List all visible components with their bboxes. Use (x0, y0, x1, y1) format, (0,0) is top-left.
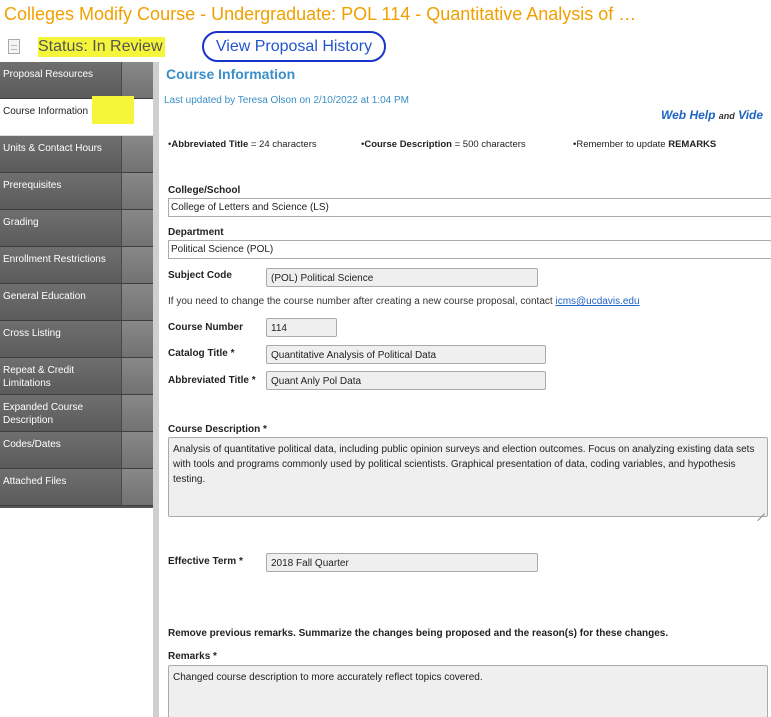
remarks-instruction: Remove previous remarks. Summarize the c… (168, 628, 669, 639)
tab-edge (121, 62, 153, 98)
desc-note-label: Course Description (364, 139, 452, 150)
catalog-title-label: Catalog Title * (168, 348, 235, 359)
desc-note: •Course Description = 500 characters (361, 139, 526, 150)
subject-code-label: Subject Code (168, 270, 232, 281)
sidebar-item-label: Cross Listing (3, 328, 61, 339)
sidebar: Proposal Resources Course Information Un… (0, 62, 153, 717)
college-field[interactable]: College of Letters and Science (LS) (168, 198, 771, 217)
remarks-reminder-note: •Remember to update REMARKS (573, 139, 717, 150)
effective-term-label: Effective Term * (168, 556, 243, 567)
abbreviated-title-field[interactable]: Quant Anly Pol Data (266, 371, 546, 390)
and-label: and (718, 111, 735, 121)
sidebar-item-proposal-resources[interactable]: Proposal Resources (0, 62, 153, 99)
abbrev-note-value: = 24 characters (248, 139, 317, 150)
department-field[interactable]: Political Science (POL) (168, 240, 771, 259)
college-label: College/School (168, 185, 241, 196)
sidebar-item-general-education[interactable]: General Education (0, 284, 153, 321)
sidebar-footer (0, 506, 153, 717)
sidebar-item-label: Units & Contact Hours (3, 143, 102, 154)
tab-edge (121, 247, 153, 283)
remarks-word: REMARKS (668, 139, 717, 150)
course-description-text: Analysis of quantitative political data,… (173, 444, 755, 485)
sidebar-item-cross-listing[interactable]: Cross Listing (0, 321, 153, 358)
remarks-label: Remarks * (168, 651, 217, 662)
sidebar-item-label: General Education (3, 291, 86, 302)
web-help-label: Web Help (661, 108, 716, 122)
course-number-info-text: If you need to change the course number … (168, 296, 556, 307)
page-title: Colleges Modify Course - Undergraduate: … (4, 4, 637, 24)
subject-code-field[interactable]: (POL) Political Science (266, 268, 538, 287)
course-number-field[interactable]: 114 (266, 318, 337, 337)
resize-handle-icon[interactable] (757, 506, 765, 514)
department-label: Department (168, 227, 224, 238)
sidebar-item-label: Repeat & Credit Limitations (3, 365, 75, 389)
course-description-textarea[interactable]: Analysis of quantitative political data,… (168, 437, 768, 517)
tab-edge (121, 210, 153, 246)
sidebar-item-label: Prerequisites (3, 180, 62, 191)
abbreviated-title-label: Abbreviated Title * (168, 375, 256, 386)
sidebar-item-label: Codes/Dates (3, 439, 61, 450)
tab-edge (121, 432, 153, 468)
view-proposal-history-link[interactable]: View Proposal History (202, 31, 386, 62)
tab-edge (121, 173, 153, 209)
sidebar-item-expanded-course-description[interactable]: Expanded Course Description (0, 395, 153, 432)
last-updated-text: Last updated by Teresa Olson on 2/10/202… (164, 95, 409, 106)
tab-edge (121, 284, 153, 320)
document-icon (8, 39, 20, 54)
abbrev-note-label: Abbreviated Title (171, 139, 249, 150)
course-number-label: Course Number (168, 322, 244, 333)
course-number-info: If you need to change the course number … (168, 296, 640, 307)
remarks-textarea[interactable]: Changed course description to more accur… (168, 665, 768, 717)
tab-edge (121, 321, 153, 357)
sidebar-item-label: Proposal Resources (3, 69, 94, 80)
sidebar-item-prerequisites[interactable]: Prerequisites (0, 173, 153, 210)
sidebar-item-codes-dates[interactable]: Codes/Dates (0, 432, 153, 469)
remember-text: Remember to update (576, 139, 669, 150)
sidebar-item-units-contact-hours[interactable]: Units & Contact Hours (0, 136, 153, 173)
sidebar-item-enrollment-restrictions[interactable]: Enrollment Restrictions (0, 247, 153, 284)
sidebar-item-label: Enrollment Restrictions (3, 254, 106, 265)
tab-edge (121, 358, 153, 394)
contact-email-link[interactable]: icms@ucdavis.edu (555, 296, 639, 307)
sidebar-item-label: Attached Files (3, 476, 67, 487)
sidebar-item-label: Expanded Course Description (3, 402, 84, 426)
effective-term-field[interactable]: 2018 Fall Quarter (266, 553, 538, 572)
course-description-label: Course Description * (168, 424, 267, 435)
catalog-title-field[interactable]: Quantitative Analysis of Political Data (266, 345, 546, 364)
main-content: Course Information Last updated by Teres… (153, 62, 771, 717)
tab-edge (121, 136, 153, 172)
abbrev-title-note: •Abbreviated Title = 24 characters (168, 139, 317, 150)
sidebar-item-repeat-credit-limitations[interactable]: Repeat & Credit Limitations (0, 358, 153, 395)
highlight-mark (92, 96, 134, 124)
tab-edge (121, 395, 153, 431)
section-title: Course Information (166, 66, 296, 82)
video-link-label: Vide (738, 108, 764, 122)
status-text: Status: In Review (38, 37, 165, 57)
sidebar-item-label: Grading (3, 217, 39, 228)
sidebar-item-attached-files[interactable]: Attached Files (0, 469, 153, 506)
desc-note-value: = 500 characters (451, 139, 526, 150)
web-help-link[interactable]: Web Help and Vide (661, 108, 763, 122)
remarks-text: Changed course description to more accur… (173, 672, 483, 683)
sidebar-item-grading[interactable]: Grading (0, 210, 153, 247)
tab-edge (121, 469, 153, 505)
